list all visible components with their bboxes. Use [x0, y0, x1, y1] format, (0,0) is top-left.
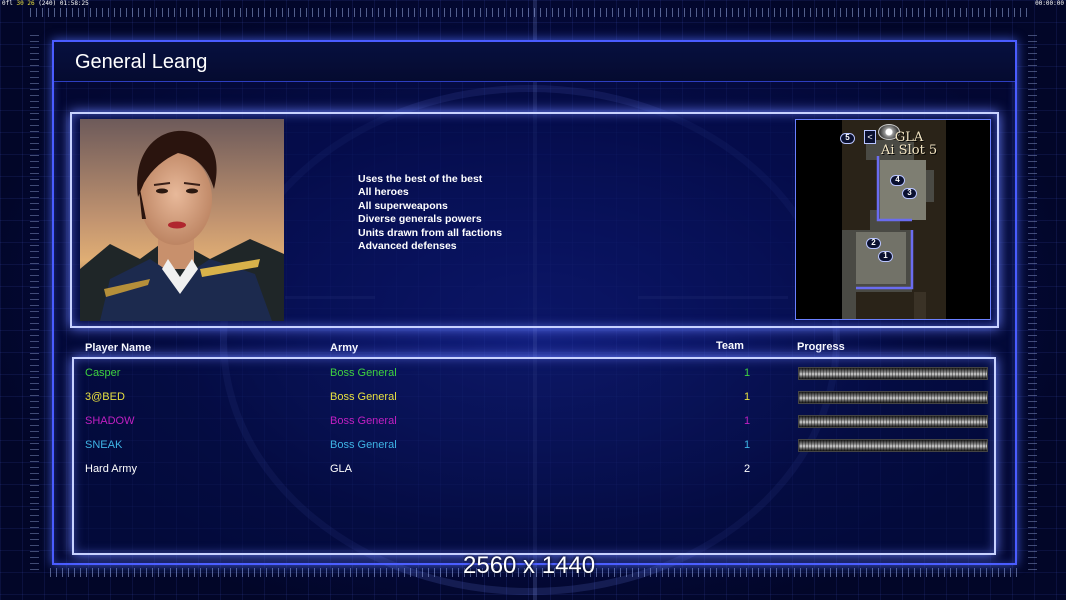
header-player-name: Player Name [85, 342, 152, 354]
map-start-marker-1[interactable]: 1 [878, 251, 893, 262]
general-feature-list: Uses the best of the best All heroes All… [358, 173, 502, 253]
map-start-marker-4[interactable]: 4 [890, 175, 905, 186]
map-start-marker-5[interactable]: 5 [840, 133, 855, 144]
minimap-slot-label: GLA Ai Slot 5 [881, 131, 937, 157]
map-arrow-icon: < [864, 130, 876, 144]
top-ruler [30, 8, 1030, 17]
general-portrait-image [80, 119, 284, 321]
map-start-marker-3[interactable]: 3 [902, 188, 917, 199]
header-progress: Progress [797, 341, 845, 353]
right-ruler [1028, 30, 1037, 570]
general-portrait [80, 119, 284, 321]
map-start-marker-2[interactable]: 2 [866, 238, 881, 249]
resolution-label: 2560 x 1440 [463, 552, 596, 579]
slot-name: Ai Slot 5 [881, 143, 938, 158]
hud-stats: 0fl 30 26 (240) 01:58:25 [2, 0, 89, 7]
feature-item: Diverse generals powers [358, 213, 482, 226]
feature-item: Advanced defenses [358, 240, 457, 253]
feature-item: Uses the best of the best [358, 173, 483, 185]
player-table [72, 357, 996, 555]
feature-item: All heroes [358, 186, 409, 199]
general-title: General Leang [75, 51, 208, 73]
header-team: Team [716, 340, 744, 352]
left-ruler [30, 30, 39, 570]
feature-item: All superweapons [358, 199, 448, 212]
hud-clock: 00:00:00 [1035, 0, 1064, 7]
feature-item: Units drawn from all factions [358, 226, 503, 239]
header-army: Army [330, 342, 359, 354]
